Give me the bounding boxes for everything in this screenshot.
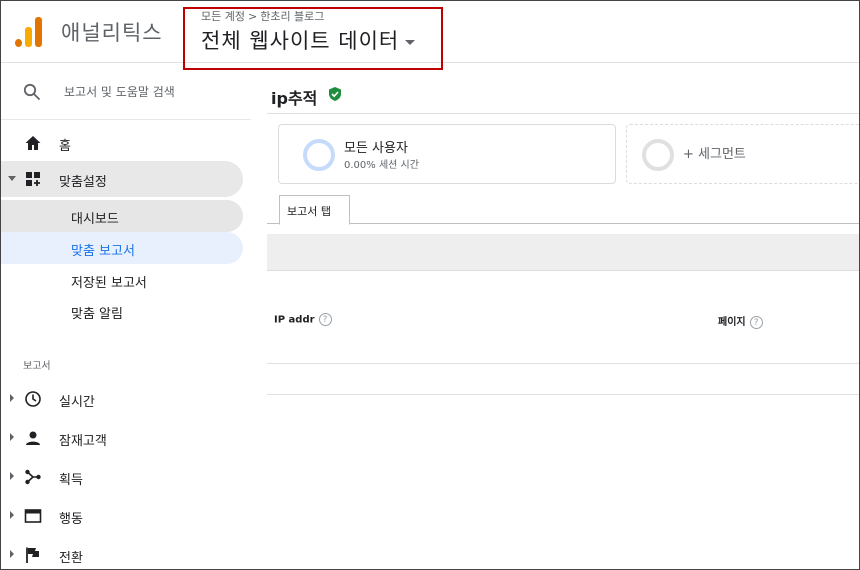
sidebar-subitem-label: 맞춤 알림 — [71, 307, 123, 322]
tab-label: 보고서 탭 — [287, 205, 331, 218]
app-window: 애널리틱스 모든 계정 > 한초리 블로그 전체 웹사이트 데이터 보고서 및 도움… — [0, 0, 860, 570]
caret-down-icon — [405, 39, 416, 45]
breadcrumb[interactable]: 모든 계정 > 한초리 블로그 — [201, 8, 324, 24]
sidebar-item-label: 잠재고객 — [59, 434, 107, 449]
sidebar-search[interactable]: 보고서 및 도움말 검색 — [1, 63, 251, 120]
behavior-window-icon — [24, 509, 42, 523]
view-title: 전체 웹사이트 데이터 — [201, 29, 400, 53]
help-icon[interactable]: ? — [318, 313, 332, 326]
sidebar-item-label: 획득 — [59, 473, 83, 488]
report-title: ip추적 — [271, 89, 318, 108]
segment-subtitle: 0.00% 세션 시간 — [344, 160, 419, 171]
sidebar-item-conversions[interactable]: 전환 — [1, 537, 251, 569]
logo-bar-2 — [25, 27, 32, 47]
report-header: ip추적 — [267, 63, 859, 114]
chevron-right-icon — [10, 394, 14, 402]
tab-report[interactable]: 보고서 탭 — [279, 195, 350, 225]
dashboard-plus-icon — [26, 172, 40, 186]
table-divider — [267, 363, 859, 364]
tab-strip-line — [267, 223, 859, 224]
sidebar-item-label: 행동 — [59, 512, 83, 527]
breadcrumb-property: 한초리 블로그 — [260, 10, 325, 23]
app-title: 애널리틱스 — [61, 21, 163, 45]
sidebar-subitem-custom-alerts[interactable]: 맞춤 알림 — [1, 295, 243, 327]
column-header-label: 페이지 — [718, 317, 746, 328]
table-divider — [267, 394, 859, 395]
sidebar-subitem-dashboard[interactable]: 대시보드 — [1, 200, 243, 232]
logo-bar-1 — [15, 39, 22, 47]
add-segment-label: + 세그먼트 — [683, 147, 746, 162]
chevron-right-icon — [10, 433, 14, 441]
sidebar-item-label: 전환 — [59, 551, 83, 566]
sidebar-subitem-label: 저장된 보고서 — [71, 276, 147, 291]
column-header-page[interactable]: 페이지? — [718, 313, 763, 329]
column-header-label: IP addr — [274, 314, 315, 326]
segment-ring-icon — [303, 139, 335, 171]
column-header-ip[interactable]: IP addr? — [274, 313, 332, 326]
sidebar-item-label: 실시간 — [59, 395, 95, 410]
chevron-right-icon — [10, 550, 14, 558]
person-icon — [26, 431, 40, 445]
sidebar-subitem-saved-reports[interactable]: 저장된 보고서 — [1, 264, 243, 296]
help-icon[interactable]: ? — [749, 315, 763, 329]
main-content: ip추적 모든 사용자 0.00% 세션 시간 + 세그먼트 보고서 탭 IP … — [267, 63, 859, 569]
segment-title: 모든 사용자 — [344, 141, 408, 156]
add-segment-button[interactable]: + 세그먼트 — [626, 124, 859, 184]
search-icon — [23, 83, 41, 101]
top-header: 애널리틱스 모든 계정 > 한초리 블로그 전체 웹사이트 데이터 — [1, 1, 859, 70]
segment-ring-icon — [642, 139, 674, 171]
toolbar-band — [267, 234, 859, 271]
chevron-down-icon — [8, 176, 16, 181]
chevron-right-icon — [10, 511, 14, 519]
flag-icon — [26, 547, 39, 563]
sidebar-item-customization[interactable]: 맞춤설정 — [1, 161, 243, 197]
sidebar-item-label: 홈 — [59, 139, 71, 154]
clock-icon — [25, 391, 41, 407]
chevron-right-icon — [10, 472, 14, 480]
sidebar-item-realtime[interactable]: 실시간 — [1, 381, 251, 417]
breadcrumb-account: 모든 계정 — [201, 10, 245, 23]
sidebar: 보고서 및 도움말 검색 홈 맞춤설정 대시보드 맞춤 보고서 저장된 보고서 … — [1, 63, 267, 569]
sidebar-item-home[interactable]: 홈 — [1, 125, 251, 161]
sidebar-item-behavior[interactable]: 행동 — [1, 498, 251, 534]
reports-section-label: 보고서 — [23, 361, 51, 372]
acquisition-icon — [25, 469, 41, 485]
sidebar-item-acquisition[interactable]: 획득 — [1, 459, 251, 495]
view-selector[interactable]: 전체 웹사이트 데이터 — [201, 25, 416, 55]
sidebar-subitem-label: 맞춤 보고서 — [71, 244, 135, 259]
breadcrumb-separator: > — [247, 10, 258, 23]
home-icon — [25, 136, 41, 150]
analytics-logo-icon[interactable] — [15, 15, 43, 47]
sidebar-item-audience[interactable]: 잠재고객 — [1, 420, 251, 456]
search-label: 보고서 및 도움말 검색 — [64, 85, 175, 99]
sidebar-item-label: 맞춤설정 — [59, 175, 107, 190]
verified-shield-icon — [329, 87, 341, 101]
segment-all-users[interactable]: 모든 사용자 0.00% 세션 시간 — [278, 124, 616, 184]
logo-bar-3 — [35, 17, 42, 47]
sidebar-subitem-custom-reports[interactable]: 맞춤 보고서 — [1, 232, 243, 264]
sidebar-subitem-label: 대시보드 — [71, 212, 119, 227]
